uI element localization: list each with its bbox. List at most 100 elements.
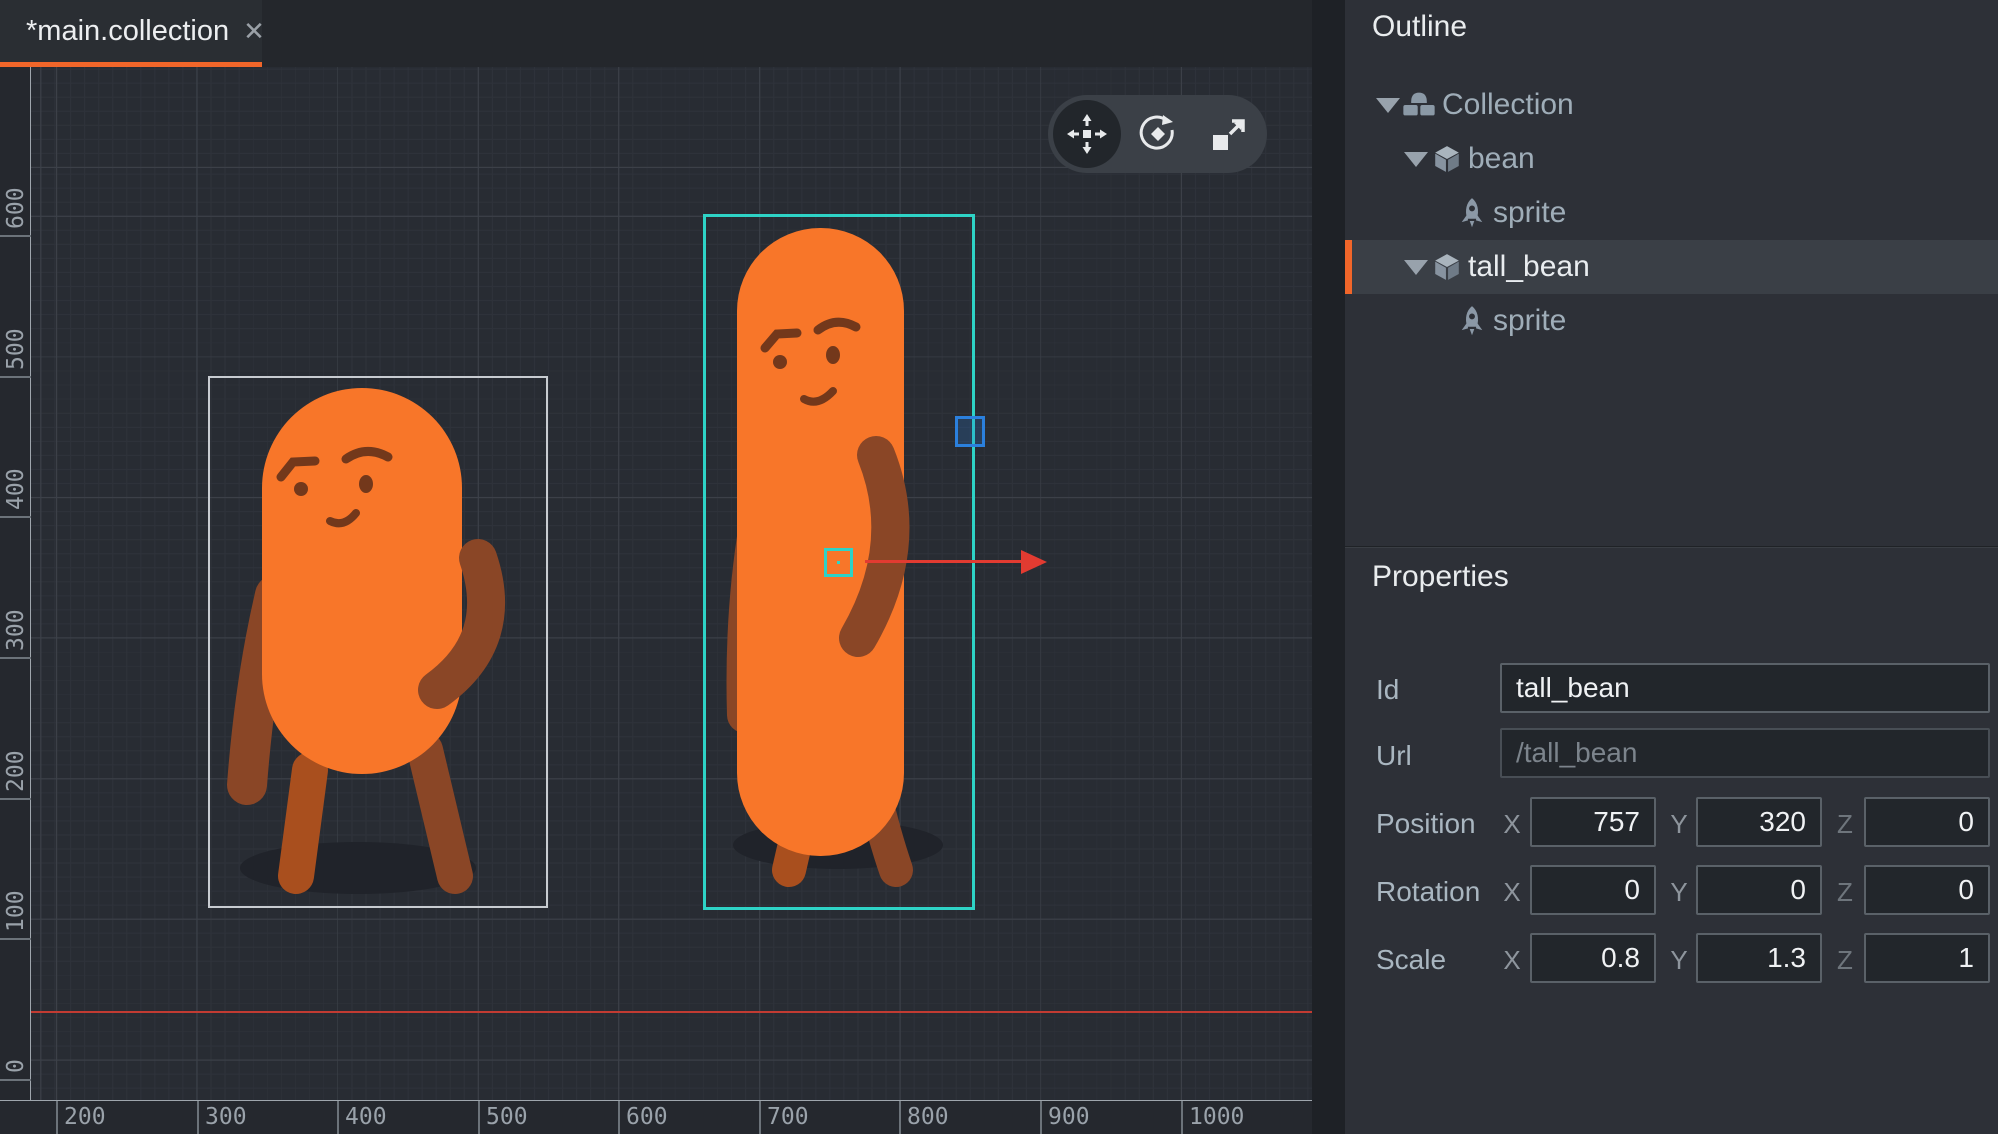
h-ruler-tick [759, 1101, 761, 1134]
outline-item-bean[interactable]: bean [1345, 132, 1998, 186]
url-field[interactable] [1500, 728, 1990, 778]
outline-item-label: Collection [1442, 88, 1574, 121]
game-object-icon [1435, 146, 1459, 172]
tab-title: *main.collection [26, 14, 230, 47]
h-ruler-tick [337, 1101, 339, 1134]
v-ruler-tick [0, 798, 31, 800]
scale-z-axis-label: Z [1837, 945, 1853, 975]
position-z-field[interactable] [1864, 797, 1990, 847]
scale-y-axis-label: Y [1670, 945, 1688, 975]
outline-item-sprite-2[interactable]: sprite [1345, 294, 1998, 348]
v-ruler-tick [0, 1079, 31, 1081]
outline-item-label: sprite [1493, 196, 1567, 229]
manipulator-pivot-handle[interactable] [824, 548, 853, 577]
tab-main-collection[interactable]: *main.collection ✕ [0, 0, 265, 62]
id-field[interactable] [1500, 663, 1990, 713]
outline-panel-title: Outline [1372, 10, 1468, 43]
expand-arrow-icon[interactable] [1404, 259, 1428, 275]
h-ruler-tick [56, 1101, 58, 1134]
scale-tool-button[interactable] [1194, 100, 1262, 168]
h-ruler-label: 900 [1048, 1104, 1090, 1130]
move-tool-button[interactable] [1053, 100, 1121, 168]
panel-section-divider [1345, 546, 1998, 548]
h-ruler-label: 800 [907, 1104, 949, 1130]
rotation-z-axis-label: Z [1837, 877, 1853, 907]
position-y-axis-label: Y [1670, 809, 1688, 839]
outline-item-label: bean [1468, 142, 1535, 175]
expand-arrow-icon[interactable] [1376, 97, 1400, 113]
rotate-icon [1139, 115, 1174, 150]
scale-x-field[interactable] [1530, 933, 1656, 983]
v-ruler-tick [0, 376, 31, 378]
scale-y-field[interactable] [1696, 933, 1822, 983]
game-object-icon [1435, 254, 1459, 280]
scale-icon [1213, 119, 1245, 150]
h-ruler-label: 200 [64, 1104, 106, 1130]
scene-sprites [227, 228, 943, 894]
position-y-field[interactable] [1696, 797, 1822, 847]
rotation-y-field[interactable] [1696, 865, 1822, 915]
id-label: Id [1376, 674, 1400, 705]
tab-close-icon[interactable]: ✕ [243, 16, 265, 47]
h-ruler-label: 500 [486, 1104, 528, 1130]
position-x-axis-label: X [1503, 809, 1521, 839]
v-ruler-label: 500 [3, 328, 29, 370]
v-ruler-label: 0 [3, 1059, 29, 1073]
v-ruler-label: 200 [3, 750, 29, 792]
outline-item-tall-bean[interactable]: tall_bean [1345, 240, 1998, 294]
v-ruler-label: 400 [3, 468, 29, 510]
h-ruler-label: 600 [626, 1104, 668, 1130]
h-ruler-label: 1000 [1189, 1104, 1245, 1130]
v-ruler-label: 300 [3, 609, 29, 651]
defold-editor-window: *main.collection ✕ 600 500 400 300 200 1… [0, 0, 1998, 1134]
rotate-tool-button[interactable] [1124, 100, 1192, 168]
rotation-y-axis-label: Y [1670, 877, 1688, 907]
position-label: Position [1376, 808, 1476, 839]
tab-bar: *main.collection ✕ [0, 0, 1312, 67]
position-z-axis-label: Z [1837, 809, 1853, 839]
h-ruler-tick [899, 1101, 901, 1134]
sprite-rocket-icon [1461, 198, 1483, 228]
h-ruler-tick [478, 1101, 480, 1134]
scale-label: Scale [1376, 944, 1447, 975]
h-ruler-tick [1040, 1101, 1042, 1134]
properties-panel-title: Properties [1372, 560, 1509, 593]
move-icon [1067, 114, 1107, 154]
expand-arrow-icon[interactable] [1404, 151, 1428, 167]
h-ruler-tick [618, 1101, 620, 1134]
rotation-x-axis-label: X [1503, 877, 1521, 907]
horizontal-ruler: 200 300 400 500 600 700 800 900 1000 [0, 1100, 1312, 1134]
sprite-rocket-icon [1461, 306, 1483, 336]
right-panel: Outline Collection bean sprite tall_bean… [1345, 0, 1998, 1134]
rotation-x-field[interactable] [1530, 865, 1656, 915]
url-label: Url [1376, 740, 1412, 771]
outline-item-collection[interactable]: Collection [1345, 78, 1998, 132]
manipulator-handle-blue[interactable] [955, 416, 985, 447]
v-ruler-tick [0, 516, 31, 518]
v-ruler-label: 600 [3, 187, 29, 229]
v-ruler-tick [0, 235, 31, 237]
rotation-z-field[interactable] [1864, 865, 1990, 915]
scene-canvas[interactable]: 600 500 400 300 200 100 0 200 300 400 500 600 700 80… [0, 67, 1312, 1134]
vertical-ruler: 600 500 400 300 200 100 0 [0, 67, 31, 1100]
h-ruler-label: 400 [345, 1104, 387, 1130]
h-ruler-label: 300 [205, 1104, 247, 1130]
rotation-label: Rotation [1376, 876, 1481, 907]
transform-toolbar [1048, 95, 1267, 173]
h-ruler-label: 700 [767, 1104, 809, 1130]
manipulator-x-axis-arrowhead [1021, 550, 1047, 574]
h-ruler-tick [197, 1101, 199, 1134]
h-ruler-tick [1181, 1101, 1183, 1134]
outline-item-sprite[interactable]: sprite [1345, 186, 1998, 240]
v-ruler-tick [0, 938, 31, 940]
panel-splitter[interactable] [1312, 0, 1345, 1134]
outline-item-label: tall_bean [1468, 250, 1590, 283]
v-ruler-label: 100 [3, 890, 29, 932]
outline-item-label: sprite [1493, 304, 1567, 337]
bean-sprite[interactable] [227, 388, 506, 894]
scale-z-field[interactable] [1864, 933, 1990, 983]
scale-x-axis-label: X [1503, 945, 1521, 975]
manipulator-x-axis-arrow[interactable] [865, 560, 1021, 563]
position-x-field[interactable] [1530, 797, 1656, 847]
v-ruler-tick [0, 657, 31, 659]
